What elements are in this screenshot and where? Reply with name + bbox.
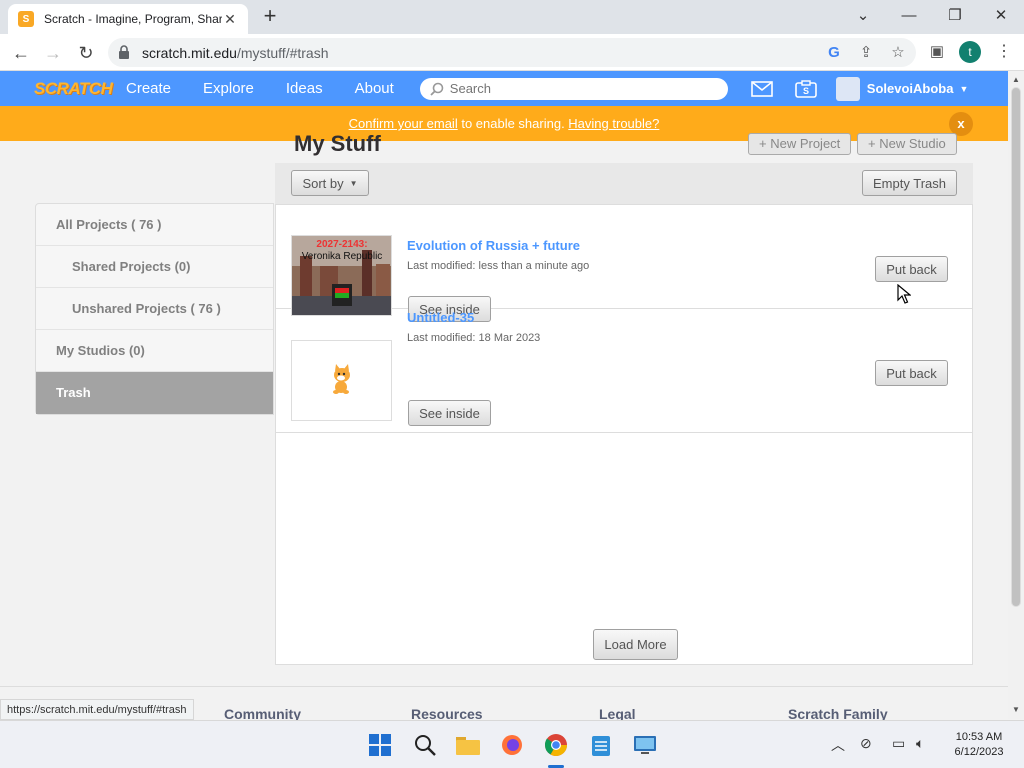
sidebar-item-all-projects[interactable]: All Projects ( 76 ) [36, 204, 273, 246]
window-close-button[interactable]: ✕ [978, 0, 1024, 30]
put-back-button[interactable]: Put back [875, 360, 948, 386]
see-inside-button[interactable]: See inside [408, 400, 491, 426]
address-toolbar: ← → ↻ scratch.mit.edu/mystuff/#trash G ⇪… [0, 34, 1024, 71]
project-thumbnail[interactable]: 2027-2143: Veronika Republic [291, 235, 392, 316]
side-panel-icon[interactable]: ▣ [928, 43, 946, 61]
display-icon[interactable]: ▭ [892, 735, 905, 752]
volume-icon[interactable]: 🔈︎ [916, 735, 924, 752]
search-icon [430, 82, 444, 96]
sort-by-dropdown[interactable]: Sort by ▼ [291, 170, 369, 196]
nav-about[interactable]: About [339, 71, 410, 106]
scratch-favicon-icon: S [18, 11, 34, 27]
url-text: scratch.mit.edu/mystuff/#trash [142, 45, 329, 61]
user-menu[interactable]: SolevoiAboba ▼ [835, 76, 969, 101]
user-avatar [835, 76, 860, 101]
sidebar-item-trash[interactable]: Trash [36, 372, 273, 414]
username: SolevoiAboba [866, 81, 954, 96]
address-bar[interactable]: scratch.mit.edu/mystuff/#trash G ⇪ ☆ [108, 38, 916, 67]
new-project-button[interactable]: + New Project [748, 133, 852, 155]
tab-search-chevron-icon[interactable]: ⌄ [840, 0, 886, 30]
project-title-link[interactable]: Evolution of Russia + future [407, 238, 580, 253]
new-tab-button[interactable]: + [258, 5, 282, 29]
clock-date: 6/12/2023 [954, 746, 1004, 758]
new-studio-button[interactable]: + New Studio [857, 133, 957, 155]
project-thumbnail[interactable] [291, 340, 392, 421]
minimize-button[interactable]: — [886, 0, 932, 30]
my-stuff-folder-icon[interactable]: S [784, 79, 828, 98]
mystuff-sidebar: All Projects ( 76 ) Shared Projects (0) … [35, 203, 274, 415]
file-explorer-icon[interactable] [456, 733, 480, 757]
list-item: 2027-2143: Veronika Republic Evolution o… [276, 205, 973, 322]
bookmark-star-icon[interactable]: ☆ [889, 44, 907, 62]
tab-title: Scratch - Imagine, Program, Shar [44, 12, 222, 26]
scratch-cat-icon [333, 364, 350, 394]
reload-icon[interactable]: ↻ [73, 40, 99, 66]
scroll-down-icon[interactable]: ▼ [1008, 703, 1024, 717]
scroll-up-icon[interactable]: ▲ [1008, 73, 1024, 87]
link-status-bubble: https://scratch.mit.edu/mystuff/#trash [0, 699, 194, 720]
share-icon[interactable]: ⇪ [857, 44, 875, 62]
back-arrow-icon[interactable]: ← [8, 40, 34, 66]
scratch-navbar: SCRATCH Create Explore Ideas About S Sol… [0, 71, 1008, 106]
tab-close-icon[interactable]: ✕ [222, 11, 238, 28]
profile-avatar[interactable]: t [959, 41, 981, 63]
windows-taskbar: ︿ ⊘ ▭ 🔈︎ 10:53 AM 6/12/2023 [0, 720, 1024, 768]
svg-text:Veronika Republic: Veronika Republic [302, 251, 383, 262]
forward-arrow-icon[interactable]: → [40, 40, 66, 66]
search-box[interactable] [419, 77, 728, 100]
banner-text: to enable sharing. [457, 116, 569, 131]
svg-text:2027-2143:: 2027-2143: [316, 239, 367, 250]
search-input[interactable] [449, 81, 728, 96]
load-more-button[interactable]: Load More [593, 629, 678, 660]
caret-down-icon: ▼ [349, 178, 358, 188]
sidebar-item-shared-projects[interactable]: Shared Projects (0) [36, 246, 273, 288]
sidebar-item-my-studios[interactable]: My Studios (0) [36, 330, 273, 372]
messages-icon[interactable] [740, 80, 784, 97]
svg-text:S: S [803, 86, 809, 96]
page-scrollbar[interactable]: ▲ ▼ [1008, 71, 1024, 719]
project-title-link[interactable]: Untitled-35 [407, 310, 474, 325]
show-hidden-icons-chevron-icon[interactable]: ︿ [831, 735, 845, 755]
browser-tab[interactable]: S Scratch - Imagine, Program, Shar ✕ [8, 4, 248, 34]
search-icon[interactable] [413, 733, 437, 757]
lock-icon [119, 45, 129, 59]
chrome-icon[interactable] [544, 733, 568, 757]
notepad-icon[interactable] [589, 733, 613, 757]
list-item: Untitled-35 Last modified: 18 Mar 2023 S… [276, 310, 973, 433]
last-modified-text: Last modified: less than a minute ago [407, 260, 590, 272]
scrollbar-thumb[interactable] [1011, 87, 1021, 607]
mouse-cursor-icon [897, 284, 911, 304]
restore-button[interactable]: ❐ [932, 0, 978, 30]
system-clock[interactable]: 10:53 AM 6/12/2023 [944, 730, 1014, 760]
confirm-email-link[interactable]: Confirm your email [349, 116, 458, 131]
browser-tab-strip: S Scratch - Imagine, Program, Shar ✕ + ⌄… [0, 0, 1024, 34]
mystuff-toolbar: Sort by ▼ Empty Trash [275, 163, 973, 205]
empty-trash-button[interactable]: Empty Trash [862, 170, 957, 196]
page-title: My Stuff [294, 131, 381, 156]
put-back-button[interactable]: Put back [875, 256, 948, 282]
google-icon[interactable]: G [825, 44, 843, 62]
remote-desktop-icon[interactable] [633, 733, 657, 757]
network-offline-icon[interactable]: ⊘ [860, 735, 872, 752]
nav-explore[interactable]: Explore [187, 71, 270, 106]
last-modified-text: Last modified: 18 Mar 2023 [407, 332, 541, 344]
chevron-down-icon: ▼ [959, 83, 969, 94]
sidebar-item-unshared-projects[interactable]: Unshared Projects ( 76 ) [36, 288, 273, 330]
browser-menu-icon[interactable]: ⋮ [996, 41, 1012, 63]
nav-create[interactable]: Create [110, 71, 187, 106]
sort-by-label: Sort by [302, 175, 344, 191]
having-trouble-link[interactable]: Having trouble? [568, 116, 659, 131]
nav-ideas[interactable]: Ideas [270, 71, 339, 106]
main-content: My Stuff + New Project + New Studio Sort… [0, 131, 1008, 686]
scratch-logo[interactable]: SCRATCH [34, 79, 113, 99]
trash-project-list: 2027-2143: Veronika Republic Evolution o… [275, 205, 973, 665]
windows-start-icon[interactable] [368, 733, 392, 757]
firefox-icon[interactable] [500, 733, 524, 757]
clock-time: 10:53 AM [955, 731, 1003, 743]
